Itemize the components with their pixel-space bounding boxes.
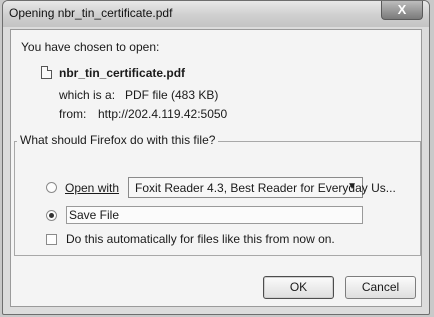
file-source-url: http://202.4.119.42:5050: [98, 107, 228, 121]
auto-action-label[interactable]: Do this automatically for files like thi…: [66, 232, 335, 246]
close-icon: X: [397, 2, 407, 17]
window-title: Opening nbr_tin_certificate.pdf: [9, 6, 173, 20]
file-type-label: which is a:: [59, 88, 116, 102]
download-dialog: Opening nbr_tin_certificate.pdf X You ha…: [2, 0, 430, 315]
chevron-down-icon: ▼: [347, 181, 357, 192]
ok-button[interactable]: OK: [263, 276, 334, 299]
ok-button-label: OK: [289, 280, 308, 294]
save-file-radio[interactable]: [46, 210, 57, 221]
save-file-focus[interactable]: Save File: [66, 206, 363, 224]
action-question: What should Firefox do with this file?: [17, 133, 219, 147]
open-with-label[interactable]: Open with: [65, 181, 119, 195]
cancel-button-label: Cancel: [361, 280, 400, 294]
file-source-label: from:: [59, 107, 87, 121]
open-with-radio[interactable]: [46, 182, 57, 193]
document-icon: [41, 66, 52, 79]
title-bar[interactable]: Opening nbr_tin_certificate.pdf X: [3, 1, 429, 27]
save-file-label: Save File: [69, 208, 120, 222]
close-button[interactable]: X: [381, 1, 423, 20]
dialog-body: You have chosen to open: nbr_tin_certifi…: [10, 29, 422, 307]
auto-action-checkbox[interactable]: [46, 234, 57, 245]
open-with-select[interactable]: Foxit Reader 4.3, Best Reader for Everyd…: [128, 177, 396, 198]
intro-text: You have chosen to open:: [21, 40, 160, 54]
file-type-value: PDF file (483 KB): [125, 88, 219, 102]
cancel-button[interactable]: Cancel: [345, 276, 416, 299]
file-name: nbr_tin_certificate.pdf: [59, 66, 186, 80]
